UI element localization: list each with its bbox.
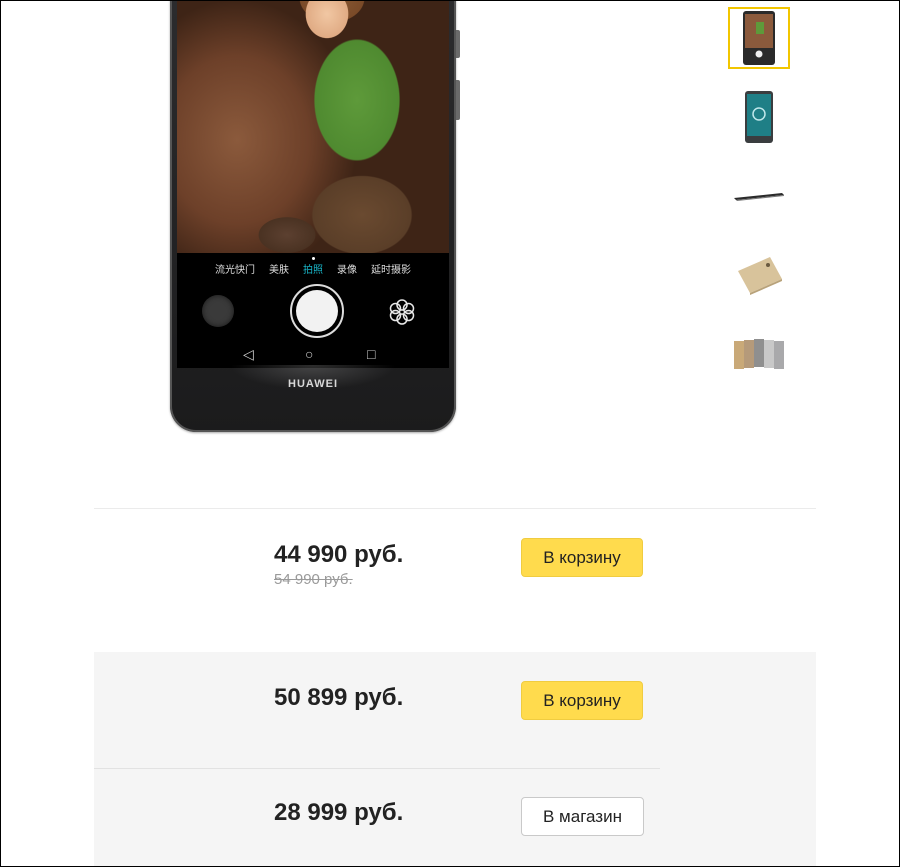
phone-screen: 流光快门 美肤 拍照 录像 延时摄影 ◁ ○ □ <box>177 0 449 368</box>
thumbnail-4[interactable] <box>728 244 790 306</box>
power-button <box>456 80 460 120</box>
add-to-cart-button[interactable]: В корзину <box>521 681 643 720</box>
offer-divider <box>94 768 660 769</box>
gallery-icon <box>202 295 234 327</box>
thumbnail-5[interactable] <box>728 323 790 385</box>
go-to-store-button[interactable]: В магазин <box>521 797 644 836</box>
product-main-image[interactable]: 流光快门 美肤 拍照 录像 延时摄影 ◁ ○ □ HUAWEI <box>170 0 460 432</box>
recent-square-icon: □ <box>367 346 376 362</box>
offer-price: 44 990 руб. <box>274 541 404 568</box>
thumbnail-1[interactable] <box>728 7 790 69</box>
offer-price: 50 899 руб. <box>274 684 404 711</box>
offer-price: 28 999 руб. <box>274 799 404 826</box>
camera-mode-bar: 流光快门 美肤 拍照 录像 延时摄影 <box>177 253 449 283</box>
camera-preview-photo <box>177 0 449 253</box>
offers-divider <box>94 508 816 509</box>
camera-mode: 美肤 <box>269 264 289 276</box>
camera-mode-active: 拍照 <box>303 264 323 276</box>
camera-mode: 流光快门 <box>215 264 255 276</box>
phone-side-icon <box>734 193 784 201</box>
phone-colors-icon <box>734 339 784 369</box>
android-nav-bar: ◁ ○ □ <box>177 341 449 368</box>
phone-front-camera-icon <box>743 11 775 65</box>
filter-flower-icon <box>389 299 415 325</box>
offer-old-price: 54 990 руб. <box>274 571 353 588</box>
shutter-icon <box>290 284 344 338</box>
camera-mode: 录像 <box>337 264 357 276</box>
brand-logo: HUAWEI <box>288 378 338 390</box>
thumbnail-2[interactable] <box>728 86 790 148</box>
phone-front-screen-icon <box>745 91 773 143</box>
camera-controls <box>177 283 449 341</box>
thumbnail-3[interactable] <box>728 165 790 227</box>
phone-back-gold-icon <box>738 257 782 295</box>
camera-mode: 延时摄影 <box>371 264 411 276</box>
add-to-cart-button[interactable]: В корзину <box>521 538 643 577</box>
home-circle-icon: ○ <box>305 346 314 362</box>
offer-block <box>94 652 816 867</box>
volume-button <box>456 30 460 58</box>
back-triangle-icon: ◁ <box>243 346 254 362</box>
